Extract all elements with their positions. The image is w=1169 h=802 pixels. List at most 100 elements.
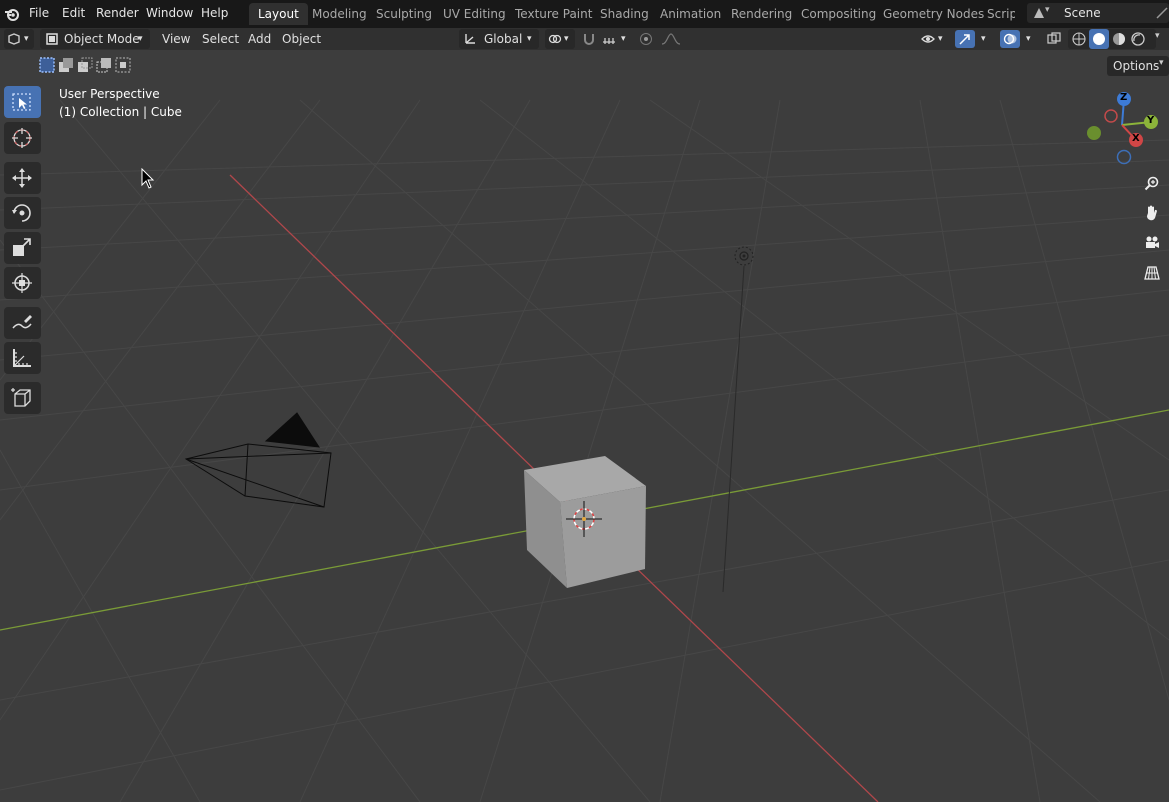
mode-label: Object Mode (64, 32, 140, 46)
select-new-icon[interactable] (39, 57, 55, 73)
scene-selector[interactable]: ▾ Scene (1027, 3, 1169, 23)
editor-type-selector[interactable]: ▾ (4, 29, 34, 49)
3d-viewport[interactable]: Z Y X User Perspective (1) Collection | … (0, 50, 1169, 802)
orientation-label: Global (484, 32, 523, 46)
chevron-down-icon: ▾ (938, 34, 943, 44)
cursor-icon (12, 128, 32, 148)
eye-icon (921, 35, 935, 43)
tab-modeling[interactable]: Modeling (303, 3, 376, 25)
tab-layout[interactable]: Layout (249, 3, 308, 25)
light-object[interactable] (722, 246, 754, 593)
tab-rendering[interactable]: Rendering (722, 3, 801, 25)
perspective-label: User Perspective (59, 87, 160, 101)
options-dropdown[interactable]: Options ▾ (1107, 56, 1169, 76)
menu-render[interactable]: Render (96, 6, 139, 20)
scale-icon (13, 238, 31, 256)
tool-rotate[interactable] (4, 197, 41, 229)
pan-button[interactable] (1139, 200, 1165, 226)
snap-magnet-icon (584, 34, 594, 45)
pivot-icon (548, 34, 562, 44)
overlays-icon (1003, 33, 1017, 45)
selection-mode-group (38, 56, 135, 76)
snap-increment-icon (603, 38, 615, 44)
mouse-pointer-icon (141, 168, 155, 189)
menu-edit[interactable]: Edit (62, 6, 85, 20)
visibility-dropdown[interactable]: ▾ (918, 29, 950, 49)
camera-object[interactable] (184, 412, 332, 508)
select-subtract-icon[interactable] (77, 57, 93, 73)
floor-grid (0, 99, 1169, 802)
tab-scripting[interactable]: Scripti (978, 3, 1015, 25)
rendered-shading-icon[interactable] (1131, 32, 1145, 46)
proportional-editing[interactable] (637, 29, 689, 49)
menu-object[interactable]: Object (282, 32, 321, 46)
tab-uv-editing[interactable]: UV Editing (434, 3, 515, 25)
chevron-down-icon: ▾ (621, 34, 626, 44)
menu-view[interactable]: View (162, 32, 190, 46)
tab-compositing[interactable]: Compositing (792, 3, 885, 25)
camera-view-button[interactable] (1139, 230, 1165, 256)
tab-animation[interactable]: Animation (651, 3, 730, 25)
menu-help[interactable]: Help (201, 6, 228, 20)
blender-logo-icon[interactable] (4, 6, 20, 22)
object-mode-icon (46, 33, 58, 45)
top-bar: File Edit Render Window Help Layout Mode… (0, 0, 1169, 28)
mode-dropdown[interactable]: Object Mode ▾ (40, 29, 150, 49)
gizmo-toggle[interactable]: ▾ (954, 29, 994, 49)
pivot-point-dropdown[interactable]: ▾ (545, 29, 575, 49)
chevron-down-icon: ▾ (1159, 58, 1164, 68)
tool-annotate[interactable] (4, 307, 41, 339)
menu-add[interactable]: Add (248, 32, 271, 46)
tool-move[interactable] (4, 162, 41, 194)
wireframe-shading-icon[interactable] (1072, 32, 1086, 46)
tool-measure[interactable] (4, 342, 41, 374)
viewport-scene (0, 92, 1169, 802)
select-intersect-icon[interactable] (115, 57, 131, 73)
tool-add-cube[interactable] (4, 382, 41, 414)
tab-shading[interactable]: Shading (591, 3, 658, 25)
scene-field-icon (1156, 7, 1168, 19)
scene-icon (1034, 8, 1044, 18)
menu-select[interactable]: Select (202, 32, 239, 46)
menu-window[interactable]: Window (146, 6, 193, 20)
zoom-icon (1144, 176, 1159, 191)
tool-cursor[interactable] (4, 122, 41, 154)
select-extend-icon[interactable] (58, 57, 74, 73)
material-preview-icon[interactable] (1112, 32, 1126, 46)
gizmo-label-y: Y (1147, 115, 1155, 126)
tab-geometry-nodes[interactable]: Geometry Nodes (874, 3, 993, 25)
shading-mode-group (1068, 29, 1156, 49)
falloff-curve-icon (661, 33, 681, 45)
chevron-down-icon: ▾ (564, 34, 569, 44)
scene-name: Scene (1064, 6, 1101, 20)
ortho-toggle-button[interactable] (1139, 260, 1165, 286)
gizmo-label-z: Z (1120, 92, 1128, 103)
cube-object[interactable] (524, 456, 646, 588)
ortho-grid-icon (1144, 266, 1160, 280)
gizmo-label-x: X (1132, 133, 1140, 144)
tool-select-box[interactable] (4, 86, 41, 118)
move-icon (12, 168, 32, 188)
transform-orientation-dropdown[interactable]: Global ▾ (459, 29, 539, 49)
solid-shading-icon[interactable] (1092, 32, 1106, 46)
chevron-down-icon: ▾ (981, 34, 986, 44)
xray-icon[interactable] (1047, 32, 1061, 46)
add-cube-icon (11, 388, 31, 407)
zoom-button[interactable] (1139, 170, 1165, 196)
menu-file[interactable]: File (29, 6, 49, 20)
shading-options-chevron-icon[interactable]: ▾ (1155, 31, 1160, 41)
tab-sculpting[interactable]: Sculpting (367, 3, 441, 25)
tab-texture-paint[interactable]: Texture Paint (506, 3, 601, 25)
select-invert-icon[interactable] (96, 57, 112, 73)
tool-scale[interactable] (4, 232, 41, 264)
viewport-editor-icon (8, 33, 20, 45)
gizmo-arrow-icon (959, 34, 970, 45)
chevron-down-icon: ▾ (24, 34, 29, 44)
proportional-edit-icon (640, 33, 652, 45)
tool-transform[interactable] (4, 267, 41, 299)
select-box-icon (12, 93, 31, 111)
transform-icon (12, 273, 32, 293)
overlay-toggle[interactable]: ▾ (999, 29, 1039, 49)
options-label: Options (1113, 59, 1160, 73)
snap-controls[interactable]: ▾ (580, 29, 632, 49)
